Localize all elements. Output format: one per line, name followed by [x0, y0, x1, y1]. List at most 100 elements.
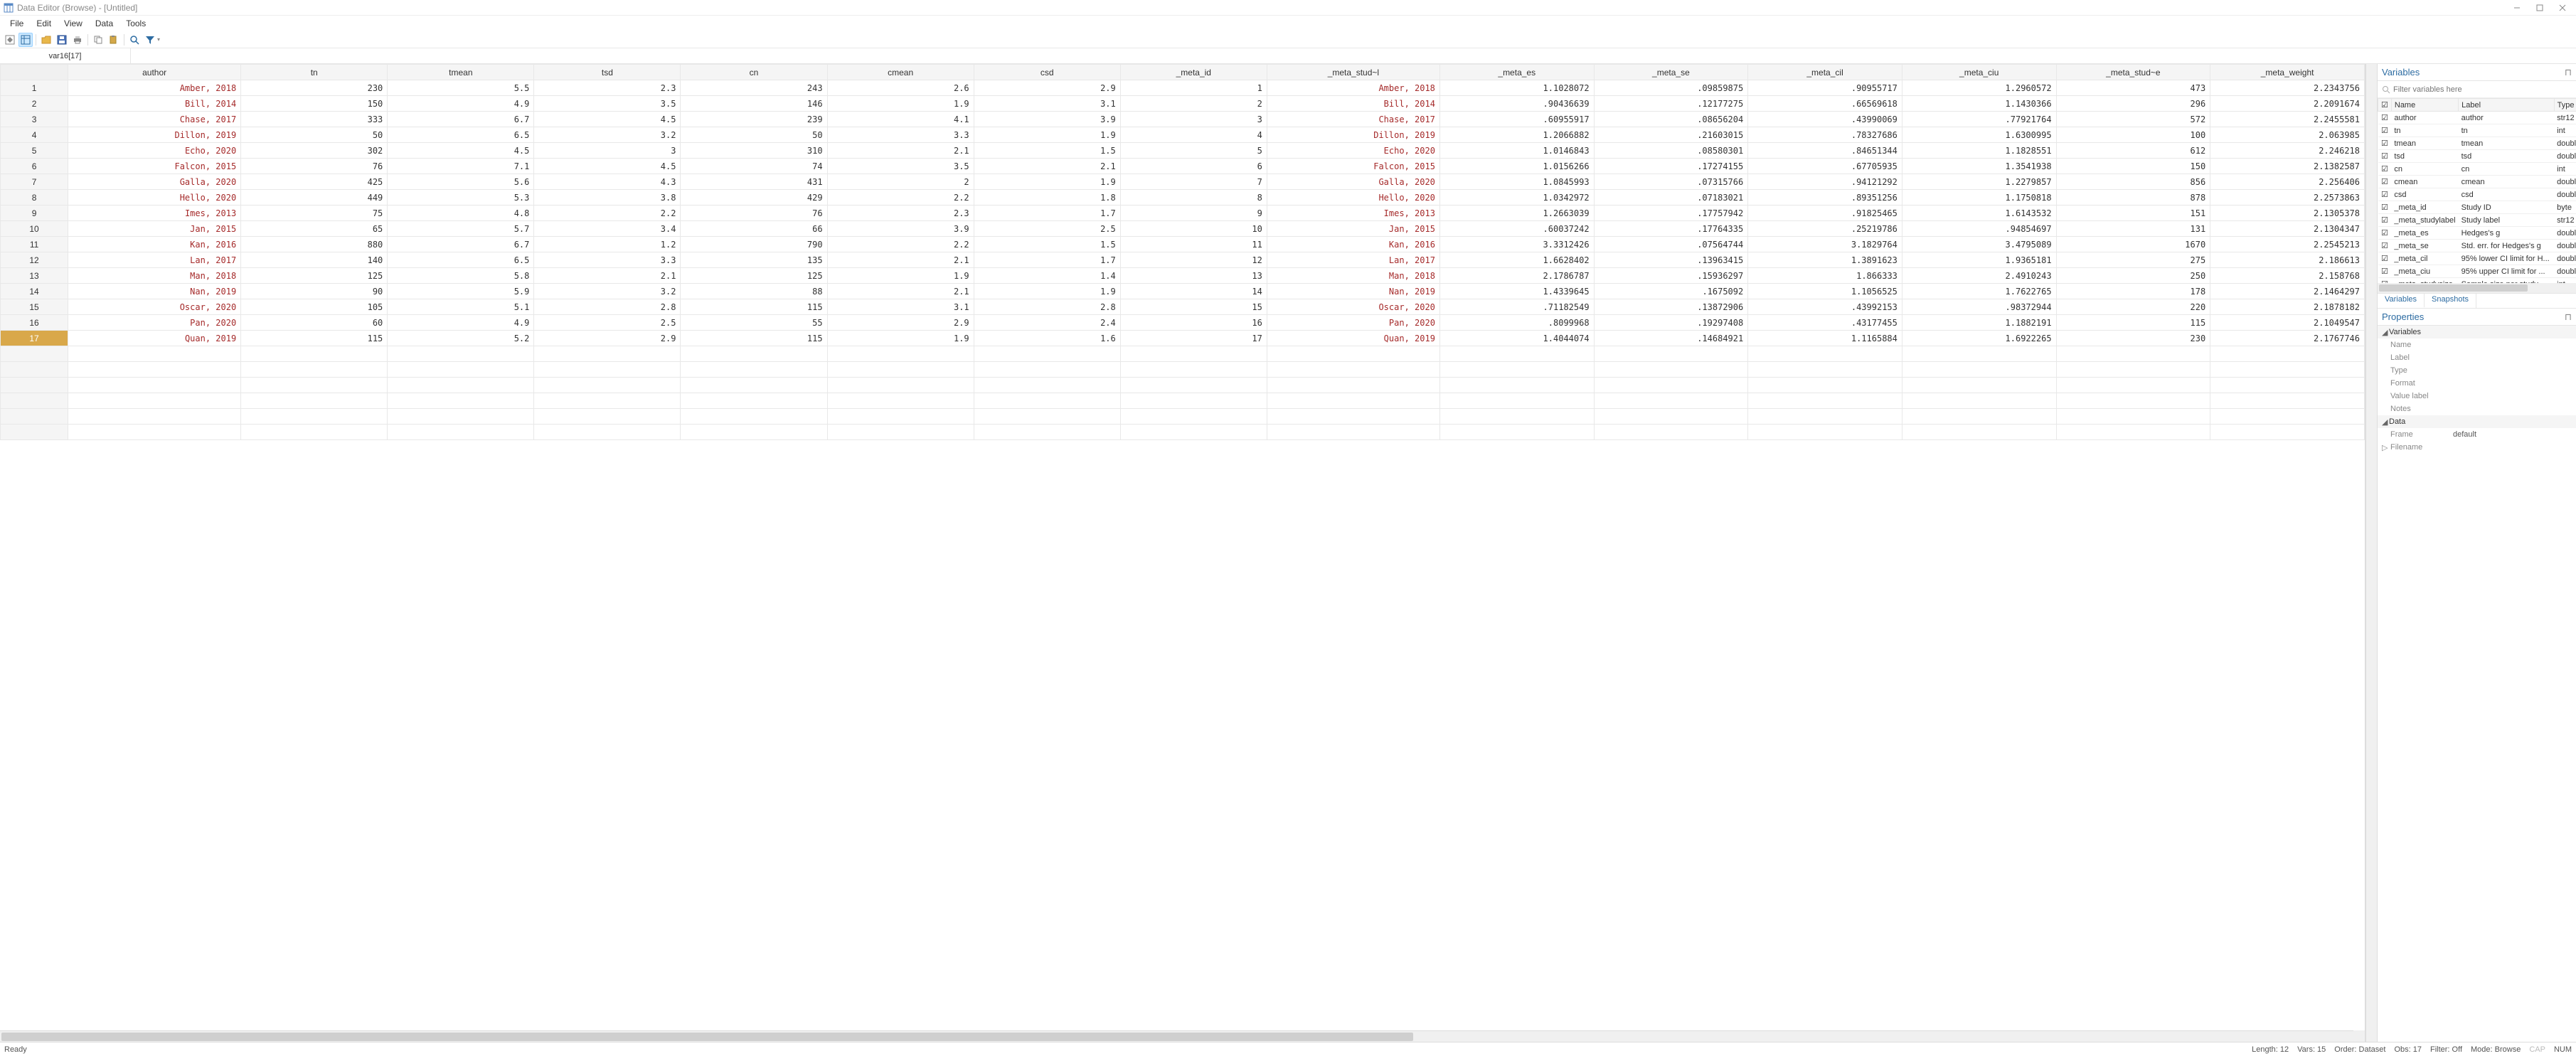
cell[interactable]: 1.2960572 [1902, 80, 2056, 96]
cell[interactable]: 13 [1120, 268, 1267, 284]
cell[interactable]: 5.3 [388, 190, 534, 206]
cell[interactable]: 1.7622765 [1902, 284, 2056, 299]
cell[interactable]: .43990069 [1748, 112, 1902, 127]
cell[interactable]: 3.1829764 [1748, 237, 1902, 252]
cell[interactable]: 275 [2056, 252, 2210, 268]
cell[interactable]: 1.1430366 [1902, 96, 2056, 112]
menu-data[interactable]: Data [90, 17, 119, 30]
cell[interactable]: 1.9365181 [1902, 252, 2056, 268]
paste-icon[interactable] [107, 33, 121, 47]
cell[interactable]: 4.5 [534, 112, 681, 127]
cell[interactable]: .90436639 [1439, 96, 1594, 112]
cell[interactable]: 2 [827, 174, 974, 190]
cell[interactable]: 2.5 [534, 315, 681, 331]
cell[interactable]: 125 [241, 268, 388, 284]
cell[interactable]: 2.1 [827, 252, 974, 268]
cell[interactable]: Bill, 2014 [68, 96, 241, 112]
variables-hscroll[interactable] [2378, 283, 2576, 293]
table-row[interactable]: 17Quan, 20191155.22.91151.91.617Quan, 20… [1, 331, 2365, 346]
cell[interactable]: 3.5 [827, 159, 974, 174]
table-row[interactable]: 7Galla, 20204255.64.343121.97Galla, 2020… [1, 174, 2365, 190]
column-header[interactable]: _meta_weight [2210, 65, 2365, 80]
column-header[interactable]: tsd [534, 65, 681, 80]
table-row[interactable]: 4Dillon, 2019506.53.2503.31.94Dillon, 20… [1, 127, 2365, 143]
column-header[interactable]: _meta_es [1439, 65, 1594, 80]
table-row[interactable]: 9Imes, 2013754.82.2762.31.79Imes, 20131.… [1, 206, 2365, 221]
row-number[interactable]: 15 [1, 299, 68, 315]
menu-view[interactable]: View [58, 17, 88, 30]
cell[interactable]: 572 [2056, 112, 2210, 127]
cell[interactable]: 1.9 [974, 284, 1120, 299]
cell-value-input[interactable] [131, 48, 2576, 63]
edit-mode-icon[interactable] [3, 33, 17, 47]
cell[interactable]: 302 [241, 143, 388, 159]
cell[interactable]: .43177455 [1748, 315, 1902, 331]
cell[interactable]: 431 [681, 174, 827, 190]
cell[interactable]: Jan, 2015 [68, 221, 241, 237]
cell[interactable]: 1.1750818 [1902, 190, 2056, 206]
cell[interactable]: 296 [2056, 96, 2210, 112]
cell[interactable]: Kan, 2016 [68, 237, 241, 252]
cell[interactable]: 2.2343756 [2210, 80, 2365, 96]
cell[interactable]: 2.3 [827, 206, 974, 221]
cell[interactable]: 2.9 [827, 315, 974, 331]
dropdown-caret-icon[interactable]: ▾ [157, 36, 160, 43]
cell[interactable]: 2.5 [974, 221, 1120, 237]
table-row[interactable]: 16Pan, 2020604.92.5552.92.416Pan, 2020.8… [1, 315, 2365, 331]
cell[interactable]: .78327686 [1748, 127, 1902, 143]
cell[interactable]: Chase, 2017 [68, 112, 241, 127]
cell[interactable]: 1.6143532 [1902, 206, 2056, 221]
cell[interactable]: 4.9 [388, 315, 534, 331]
cell[interactable]: 178 [2056, 284, 2210, 299]
cell[interactable]: 3.4 [534, 221, 681, 237]
row-number[interactable]: 4 [1, 127, 68, 143]
cell[interactable]: 2.2 [534, 206, 681, 221]
column-header[interactable]: _meta_stud~e [2056, 65, 2210, 80]
cell[interactable]: 5.1 [388, 299, 534, 315]
cell[interactable]: 250 [2056, 268, 2210, 284]
var-checkbox[interactable]: ☑ [2378, 201, 2392, 214]
cell[interactable]: 2.9 [974, 80, 1120, 96]
cell[interactable]: Quan, 2019 [68, 331, 241, 346]
cell[interactable]: .17757942 [1594, 206, 1748, 221]
column-header[interactable]: _meta_cil [1748, 65, 1902, 80]
cell[interactable]: 6.5 [388, 127, 534, 143]
cell[interactable]: 50 [241, 127, 388, 143]
var-checkbox[interactable]: ☑ [2378, 150, 2392, 163]
cell[interactable]: 5.8 [388, 268, 534, 284]
var-checkbox[interactable]: ☑ [2378, 252, 2392, 265]
variable-row[interactable]: ☑ tn tn int %10.0g [2378, 124, 2576, 137]
cell[interactable]: 115 [681, 299, 827, 315]
cell[interactable]: Man, 2018 [1267, 268, 1439, 284]
var-checkbox[interactable]: ☑ [2378, 227, 2392, 240]
cell[interactable]: 1.4044074 [1439, 331, 1594, 346]
cell[interactable]: 7.1 [388, 159, 534, 174]
row-number[interactable]: 1 [1, 80, 68, 96]
cell[interactable]: 2.6 [827, 80, 974, 96]
cell[interactable]: 2.4910243 [1902, 268, 2056, 284]
cell[interactable]: 5.9 [388, 284, 534, 299]
column-header[interactable]: cn [681, 65, 827, 80]
cell[interactable]: 473 [2056, 80, 2210, 96]
table-row[interactable]: 3Chase, 20173336.74.52394.13.93Chase, 20… [1, 112, 2365, 127]
cell[interactable]: 2.1 [827, 284, 974, 299]
cell[interactable]: 135 [681, 252, 827, 268]
vars-header-label[interactable]: Label [2459, 99, 2555, 112]
row-number[interactable]: 7 [1, 174, 68, 190]
table-row[interactable]: 1Amber, 20182305.52.32432.62.91Amber, 20… [1, 80, 2365, 96]
cell[interactable]: 5.7 [388, 221, 534, 237]
cell[interactable]: 115 [241, 331, 388, 346]
cell[interactable]: 1.5 [974, 143, 1120, 159]
cell[interactable]: 1.4339645 [1439, 284, 1594, 299]
cell[interactable]: 5 [1120, 143, 1267, 159]
cell[interactable]: 2.1382587 [2210, 159, 2365, 174]
cell[interactable]: 6.5 [388, 252, 534, 268]
cell[interactable]: Echo, 2020 [68, 143, 241, 159]
cell[interactable]: 3.1 [827, 299, 974, 315]
cell[interactable]: 1.1828551 [1902, 143, 2056, 159]
cell[interactable]: Nan, 2019 [68, 284, 241, 299]
cell[interactable]: Lan, 2017 [68, 252, 241, 268]
cell[interactable]: 1670 [2056, 237, 2210, 252]
cell[interactable]: 2.2455581 [2210, 112, 2365, 127]
cell[interactable]: 2.4 [974, 315, 1120, 331]
